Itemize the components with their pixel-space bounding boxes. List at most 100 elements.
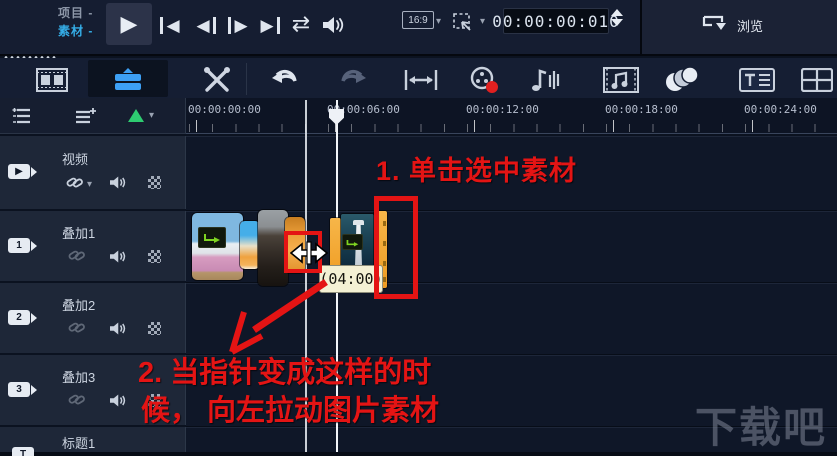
photo-clip-fuji[interactable]	[192, 213, 243, 280]
title-text-icon	[739, 68, 775, 92]
track-badge: 3	[8, 382, 30, 397]
ruler-major-tick	[613, 120, 614, 132]
track-badge: T	[12, 447, 34, 456]
speaker-icon	[110, 394, 126, 407]
ruler-label: 00:00:12:00	[466, 103, 539, 116]
timeline-view-button[interactable]	[110, 64, 146, 96]
transition-button[interactable]	[658, 64, 704, 96]
skip-start-icon: ◀	[160, 16, 180, 34]
repeat-button[interactable]: ⇄	[286, 10, 316, 38]
browse-icon[interactable]	[700, 12, 730, 36]
skip-end-icon: ▶	[260, 16, 280, 34]
fit-timeline-icon	[404, 70, 438, 90]
transparency-checker-icon[interactable]	[148, 322, 161, 335]
aspect-ratio-value: 16:9	[408, 14, 428, 26]
add-track-button[interactable]	[60, 99, 110, 132]
auto-music-button[interactable]	[598, 64, 644, 96]
track-mute-toggle[interactable]	[108, 393, 127, 408]
track-mute-toggle[interactable]	[108, 321, 127, 336]
mode-project-label[interactable]: 项目 -	[58, 4, 93, 21]
track-badge: 1	[8, 238, 30, 253]
timecode-display[interactable]: 00:00:00:010	[492, 8, 619, 34]
pan-zoom-arrow-icon	[346, 239, 359, 246]
link-chevron-icon: ▾	[87, 179, 93, 190]
toolbar-separator	[246, 63, 247, 95]
spinner-down-icon[interactable]	[611, 19, 623, 26]
track-label: 叠加1	[62, 226, 96, 241]
red-arrow-icon	[229, 279, 328, 355]
annotation-step2-line2: 候， 向左拉动图片素材	[141, 395, 440, 427]
aspect-ratio-chevron-icon[interactable]: ▾	[436, 17, 441, 27]
play-icon: ▶	[120, 11, 138, 36]
pan-zoom-arrow-icon	[204, 234, 220, 243]
enlarge-preview-button[interactable]	[450, 10, 476, 34]
loop-icon: ⇄	[291, 11, 311, 36]
track-manager-button[interactable]	[0, 99, 46, 132]
next-frame-button[interactable]: ▶	[224, 12, 252, 38]
record-capture-button[interactable]	[462, 64, 506, 96]
storyboard-view-button[interactable]	[32, 64, 72, 96]
spinner-up-icon[interactable]	[611, 9, 623, 16]
track-label: 标题1	[62, 436, 96, 451]
resize-cursor	[290, 240, 328, 266]
track-header-overlay1[interactable]: 1 叠加1	[0, 211, 186, 281]
split-screen-template-button[interactable]	[796, 64, 837, 96]
video-editor-window: 项目 - 素材 - ▶ ◀ ◀ ▶ ▶ ⇄ 16:9 ▾ ▾ 00:00:00:…	[0, 0, 837, 456]
link-toggle[interactable]: ▾	[66, 174, 92, 190]
speaker-icon	[323, 17, 344, 33]
subtitle-editor-button[interactable]	[734, 64, 780, 96]
link-toggle[interactable]	[68, 392, 86, 407]
redo-button[interactable]	[332, 64, 376, 96]
camera-lens-icon	[31, 312, 37, 323]
ripple-edit-button[interactable]: ▾	[128, 109, 154, 122]
track-label: 叠加3	[62, 370, 96, 385]
speaker-icon	[110, 322, 126, 335]
camera-lens-icon	[31, 240, 37, 251]
track-badge: ▶	[8, 164, 30, 179]
photo-clip-sunset[interactable]	[240, 221, 260, 269]
link-toggle[interactable]	[68, 320, 86, 335]
track-header-title1[interactable]: 标题1 T	[0, 427, 186, 456]
transparency-checker-icon[interactable]	[148, 176, 161, 189]
transparency-checker-icon[interactable]	[148, 250, 161, 263]
prev-frame-icon: ◀	[196, 16, 216, 34]
tools-icon	[204, 67, 230, 92]
enlarge-preview-chevron-icon[interactable]: ▾	[480, 17, 485, 27]
camera-lens-icon	[31, 384, 37, 395]
ruler-label: 00:00:24:00	[744, 103, 817, 116]
track-mute-toggle[interactable]	[108, 249, 127, 264]
watermark-title: 下载吧	[694, 404, 827, 451]
music-wave-icon	[532, 69, 560, 91]
go-to-start-button[interactable]: ◀	[156, 12, 184, 38]
link-toggle[interactable]	[68, 248, 86, 263]
track-header-overlay2[interactable]: 2 叠加2	[0, 283, 186, 353]
track-header-video[interactable]: ▶ 视频 ▾	[0, 136, 186, 209]
go-to-end-button[interactable]: ▶	[256, 12, 284, 38]
fit-project-button[interactable]	[400, 64, 442, 96]
timecode-spinner[interactable]	[611, 9, 623, 26]
topbar-divider	[640, 0, 642, 54]
window-download-icon	[702, 15, 726, 30]
ruler-label: 00:00:00:00	[188, 103, 261, 116]
lighthouse-top	[353, 220, 364, 225]
previous-frame-button[interactable]: ◀	[192, 12, 220, 38]
sound-mixer-button[interactable]	[524, 64, 568, 96]
ripple-chevron-icon: ▾	[149, 109, 155, 121]
storyboard-icon	[36, 68, 68, 92]
aspect-ratio-dropdown[interactable]: 16:9	[402, 11, 434, 29]
track-mute-toggle[interactable]	[108, 175, 127, 190]
track-label: 叠加2	[62, 298, 96, 313]
browse-button[interactable]: 浏览	[737, 16, 763, 35]
link-icon	[68, 322, 85, 333]
system-volume-button[interactable]	[318, 12, 348, 38]
resize-selection-icon	[453, 13, 471, 31]
mode-clip-label[interactable]: 素材 -	[58, 22, 93, 39]
timecode-value: 00:00:00:010	[492, 11, 620, 31]
play-button[interactable]: ▶	[106, 3, 152, 45]
undo-button[interactable]	[262, 64, 306, 96]
horizontal-resize-cursor-icon	[290, 241, 328, 265]
ruler-minor-ticks	[189, 124, 837, 132]
link-icon	[68, 394, 85, 405]
film-music-icon	[603, 67, 639, 93]
settings-tools-button[interactable]	[196, 64, 238, 96]
